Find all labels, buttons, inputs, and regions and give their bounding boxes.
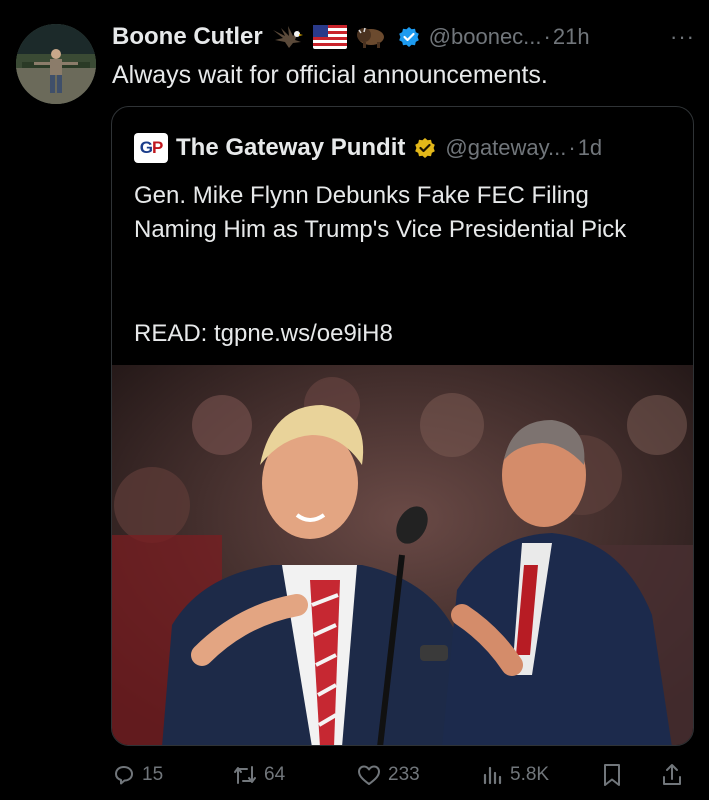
- more-options-button[interactable]: ···: [670, 24, 695, 50]
- gateway-pundit-avatar[interactable]: GP: [134, 133, 168, 163]
- tweet-action-bar: 15 64 233 5.8K: [112, 760, 692, 790]
- quoted-tweet-link-line: READ: tgpne.ws/oe9iH8: [134, 320, 393, 347]
- views-count: 5.8K: [510, 764, 550, 785]
- share-button[interactable]: [660, 760, 690, 790]
- views-icon: [483, 766, 502, 785]
- gold-verified-badge-icon: [413, 136, 437, 160]
- author-display-name[interactable]: Boone Cutler: [112, 23, 263, 51]
- like-button[interactable]: 233: [356, 760, 420, 790]
- repost-icon: [234, 766, 256, 784]
- quoted-separator-dot: ·: [568, 135, 576, 160]
- reply-count: 15: [142, 764, 164, 785]
- quoted-timestamp[interactable]: 1d: [578, 135, 602, 161]
- author-handle[interactable]: @boonec...: [429, 24, 542, 50]
- views-button[interactable]: 5.8K: [480, 760, 549, 790]
- quoted-tweet-header: GP The Gateway Pundit @gateway... · 1d: [134, 133, 602, 163]
- like-icon: [358, 765, 380, 785]
- bookmark-button[interactable]: [600, 760, 630, 790]
- repost-button[interactable]: 64: [232, 760, 285, 790]
- share-icon: [663, 764, 681, 785]
- quoted-tweet-text: Gen. Mike Flynn Debunks Fake FEC Filing …: [134, 182, 627, 243]
- bison-emoji: [355, 24, 389, 50]
- quoted-display-name[interactable]: The Gateway Pundit: [176, 134, 405, 162]
- eagle-emoji: [271, 24, 305, 50]
- quoted-handle[interactable]: @gateway...: [445, 135, 566, 161]
- repost-count: 64: [264, 764, 286, 785]
- tweet-header: Boone Cutler @boonec... · 21h ···: [112, 20, 695, 54]
- verified-badge-icon: [397, 25, 421, 49]
- tweet-timestamp[interactable]: 21h: [553, 24, 590, 50]
- quoted-tweet-card[interactable]: GP The Gateway Pundit @gateway... · 1d G…: [111, 106, 694, 746]
- separator-dot: ·: [543, 24, 551, 49]
- tweet-text: Always wait for official announcements.: [112, 61, 548, 89]
- quoted-tweet-photo[interactable]: [112, 365, 693, 745]
- us-flag-emoji: [312, 25, 347, 49]
- like-count: 233: [388, 764, 420, 785]
- logo-letter-p: P: [151, 138, 163, 157]
- reply-button[interactable]: 15: [112, 760, 163, 790]
- reply-icon: [115, 766, 133, 785]
- bookmark-icon: [604, 764, 620, 786]
- author-avatar[interactable]: [16, 24, 96, 104]
- logo-letter-g: G: [139, 138, 153, 157]
